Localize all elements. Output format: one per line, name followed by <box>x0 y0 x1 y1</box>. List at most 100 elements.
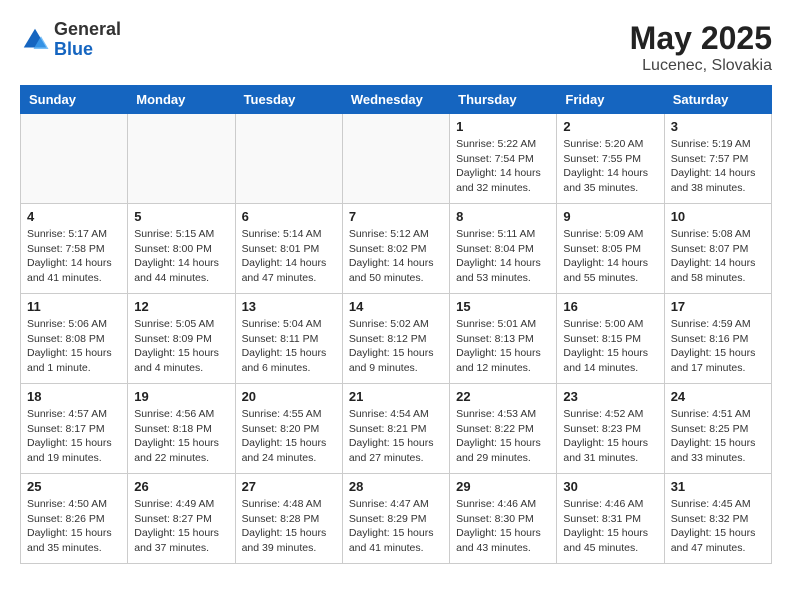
calendar-day-cell: 31 Sunrise: 4:45 AM Sunset: 8:32 PM Dayli… <box>664 474 771 564</box>
calendar-day-cell: 23 Sunrise: 4:52 AM Sunset: 8:23 PM Dayli… <box>557 384 664 474</box>
day-number: 22 <box>456 389 550 404</box>
calendar-day-cell: 3 Sunrise: 5:19 AM Sunset: 7:57 PM Daylig… <box>664 114 771 204</box>
day-number: 25 <box>27 479 121 494</box>
calendar-week-row: 11 Sunrise: 5:06 AM Sunset: 8:08 PM Dayli… <box>21 294 772 384</box>
day-number: 10 <box>671 209 765 224</box>
subtitle: Lucenec, Slovakia <box>630 57 772 75</box>
calendar-day-cell: 11 Sunrise: 5:06 AM Sunset: 8:08 PM Dayli… <box>21 294 128 384</box>
calendar-day-cell: 2 Sunrise: 5:20 AM Sunset: 7:55 PM Daylig… <box>557 114 664 204</box>
calendar-day-cell: 9 Sunrise: 5:09 AM Sunset: 8:05 PM Daylig… <box>557 204 664 294</box>
day-info: Sunrise: 5:11 AM Sunset: 8:04 PM Dayligh… <box>456 227 550 286</box>
day-number: 24 <box>671 389 765 404</box>
logo-blue: Blue <box>54 39 93 59</box>
calendar-day-cell: 19 Sunrise: 4:56 AM Sunset: 8:18 PM Dayli… <box>128 384 235 474</box>
day-info: Sunrise: 4:45 AM Sunset: 8:32 PM Dayligh… <box>671 497 765 556</box>
day-number: 2 <box>563 119 657 134</box>
day-info: Sunrise: 4:54 AM Sunset: 8:21 PM Dayligh… <box>349 407 443 466</box>
day-info: Sunrise: 5:22 AM Sunset: 7:54 PM Dayligh… <box>456 137 550 196</box>
logo: General Blue <box>20 20 121 60</box>
day-info: Sunrise: 5:01 AM Sunset: 8:13 PM Dayligh… <box>456 317 550 376</box>
day-number: 19 <box>134 389 228 404</box>
calendar-week-row: 18Sunrise: 4:57 AM Sunset: 8:17 PM Dayli… <box>21 384 772 474</box>
calendar-day-cell: 22 Sunrise: 4:53 AM Sunset: 8:22 PM Dayli… <box>450 384 557 474</box>
calendar-day-cell: 4 Sunrise: 5:17 AM Sunset: 7:58 PM Daylig… <box>21 204 128 294</box>
day-number: 23 <box>563 389 657 404</box>
day-info: Sunrise: 5:08 AM Sunset: 8:07 PM Dayligh… <box>671 227 765 286</box>
day-number: 3 <box>671 119 765 134</box>
day-info: Sunrise: 4:59 AM Sunset: 8:16 PM Dayligh… <box>671 317 765 376</box>
calendar-day-cell: 16Sunrise: 5:00 AM Sunset: 8:15 PM Dayli… <box>557 294 664 384</box>
day-info: Sunrise: 5:04 AM Sunset: 8:11 PM Dayligh… <box>242 317 336 376</box>
day-info: Sunrise: 5:15 AM Sunset: 8:00 PM Dayligh… <box>134 227 228 286</box>
day-number: 6 <box>242 209 336 224</box>
calendar-day-cell <box>21 114 128 204</box>
title-block: May 2025 Lucenec, Slovakia <box>630 20 772 75</box>
calendar-day-cell: 29Sunrise: 4:46 AM Sunset: 8:30 PM Dayli… <box>450 474 557 564</box>
day-number: 12 <box>134 299 228 314</box>
calendar-week-row: 1 Sunrise: 5:22 AM Sunset: 7:54 PM Daylig… <box>21 114 772 204</box>
calendar-day-cell: 1 Sunrise: 5:22 AM Sunset: 7:54 PM Daylig… <box>450 114 557 204</box>
day-number: 15 <box>456 299 550 314</box>
calendar-week-row: 25 Sunrise: 4:50 AM Sunset: 8:26 PM Dayli… <box>21 474 772 564</box>
day-number: 7 <box>349 209 443 224</box>
weekday-header: Wednesday <box>342 86 449 114</box>
calendar-day-cell: 28Sunrise: 4:47 AM Sunset: 8:29 PM Dayli… <box>342 474 449 564</box>
day-number: 27 <box>242 479 336 494</box>
day-number: 20 <box>242 389 336 404</box>
weekday-header: Monday <box>128 86 235 114</box>
calendar-day-cell: 21Sunrise: 4:54 AM Sunset: 8:21 PM Dayli… <box>342 384 449 474</box>
day-info: Sunrise: 5:02 AM Sunset: 8:12 PM Dayligh… <box>349 317 443 376</box>
calendar-day-cell: 13Sunrise: 5:04 AM Sunset: 8:11 PM Dayli… <box>235 294 342 384</box>
calendar-day-cell: 27 Sunrise: 4:48 AM Sunset: 8:28 PM Dayli… <box>235 474 342 564</box>
calendar-day-cell: 12Sunrise: 5:05 AM Sunset: 8:09 PM Dayli… <box>128 294 235 384</box>
calendar-day-cell: 30Sunrise: 4:46 AM Sunset: 8:31 PM Dayli… <box>557 474 664 564</box>
day-info: Sunrise: 4:47 AM Sunset: 8:29 PM Dayligh… <box>349 497 443 556</box>
day-info: Sunrise: 4:53 AM Sunset: 8:22 PM Dayligh… <box>456 407 550 466</box>
calendar-day-cell: 17 Sunrise: 4:59 AM Sunset: 8:16 PM Dayli… <box>664 294 771 384</box>
logo-general: General <box>54 19 121 39</box>
calendar-table: SundayMondayTuesdayWednesdayThursdayFrid… <box>20 85 772 564</box>
day-info: Sunrise: 5:00 AM Sunset: 8:15 PM Dayligh… <box>563 317 657 376</box>
page-header: General Blue May 2025 Lucenec, Slovakia <box>20 20 772 75</box>
day-info: Sunrise: 4:51 AM Sunset: 8:25 PM Dayligh… <box>671 407 765 466</box>
day-info: Sunrise: 5:06 AM Sunset: 8:08 PM Dayligh… <box>27 317 121 376</box>
weekday-header: Thursday <box>450 86 557 114</box>
day-number: 1 <box>456 119 550 134</box>
day-info: Sunrise: 5:14 AM Sunset: 8:01 PM Dayligh… <box>242 227 336 286</box>
day-info: Sunrise: 4:56 AM Sunset: 8:18 PM Dayligh… <box>134 407 228 466</box>
day-info: Sunrise: 4:52 AM Sunset: 8:23 PM Dayligh… <box>563 407 657 466</box>
calendar-day-cell: 20Sunrise: 4:55 AM Sunset: 8:20 PM Dayli… <box>235 384 342 474</box>
day-number: 18 <box>27 389 121 404</box>
day-info: Sunrise: 4:48 AM Sunset: 8:28 PM Dayligh… <box>242 497 336 556</box>
calendar-day-cell: 7 Sunrise: 5:12 AM Sunset: 8:02 PM Daylig… <box>342 204 449 294</box>
day-info: Sunrise: 4:49 AM Sunset: 8:27 PM Dayligh… <box>134 497 228 556</box>
day-number: 31 <box>671 479 765 494</box>
day-number: 14 <box>349 299 443 314</box>
day-info: Sunrise: 5:20 AM Sunset: 7:55 PM Dayligh… <box>563 137 657 196</box>
calendar-day-cell <box>235 114 342 204</box>
weekday-header: Friday <box>557 86 664 114</box>
calendar-day-cell: 8Sunrise: 5:11 AM Sunset: 8:04 PM Daylig… <box>450 204 557 294</box>
calendar-day-cell: 14 Sunrise: 5:02 AM Sunset: 8:12 PM Dayli… <box>342 294 449 384</box>
calendar-week-row: 4 Sunrise: 5:17 AM Sunset: 7:58 PM Daylig… <box>21 204 772 294</box>
day-number: 17 <box>671 299 765 314</box>
day-info: Sunrise: 5:17 AM Sunset: 7:58 PM Dayligh… <box>27 227 121 286</box>
day-info: Sunrise: 4:46 AM Sunset: 8:31 PM Dayligh… <box>563 497 657 556</box>
day-number: 9 <box>563 209 657 224</box>
calendar-day-cell: 15 Sunrise: 5:01 AM Sunset: 8:13 PM Dayli… <box>450 294 557 384</box>
day-info: Sunrise: 5:12 AM Sunset: 8:02 PM Dayligh… <box>349 227 443 286</box>
day-number: 4 <box>27 209 121 224</box>
calendar-day-cell <box>128 114 235 204</box>
weekday-header: Tuesday <box>235 86 342 114</box>
calendar-day-cell: 6 Sunrise: 5:14 AM Sunset: 8:01 PM Daylig… <box>235 204 342 294</box>
weekday-header: Saturday <box>664 86 771 114</box>
day-number: 11 <box>27 299 121 314</box>
calendar-day-cell <box>342 114 449 204</box>
calendar-day-cell: 18Sunrise: 4:57 AM Sunset: 8:17 PM Dayli… <box>21 384 128 474</box>
logo-text: General Blue <box>54 20 121 60</box>
calendar-day-cell: 10 Sunrise: 5:08 AM Sunset: 8:07 PM Dayli… <box>664 204 771 294</box>
day-info: Sunrise: 4:50 AM Sunset: 8:26 PM Dayligh… <box>27 497 121 556</box>
day-info: Sunrise: 5:19 AM Sunset: 7:57 PM Dayligh… <box>671 137 765 196</box>
calendar-header-row: SundayMondayTuesdayWednesdayThursdayFrid… <box>21 86 772 114</box>
day-info: Sunrise: 5:09 AM Sunset: 8:05 PM Dayligh… <box>563 227 657 286</box>
